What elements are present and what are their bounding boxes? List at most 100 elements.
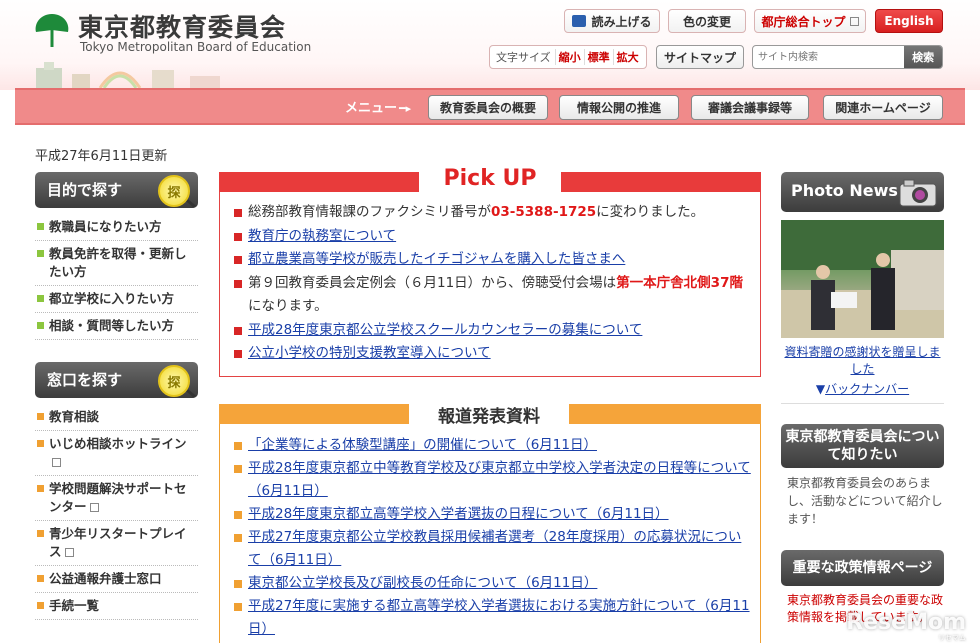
- press-bar-left: [219, 404, 411, 424]
- speaker-icon: [572, 15, 587, 27]
- skyline-illustration-icon: [36, 62, 220, 88]
- list-item[interactable]: 手続一覧: [35, 593, 198, 620]
- press-header: 報道発表資料: [219, 402, 761, 427]
- photo-caption-link[interactable]: 資料寄贈の感謝状を贈呈しました: [781, 344, 944, 378]
- press-release-section: 報道発表資料 「企業等による体験型講座」の開催について（6月11日） 平成28年…: [219, 402, 761, 643]
- list-item[interactable]: 都立学校に入りたい方: [35, 286, 198, 313]
- list-item[interactable]: 相談・質問等したい方: [35, 313, 198, 340]
- site-search: 検索: [752, 45, 943, 69]
- pickup-text: 総務部教育情報課のファクシミリ番号が: [248, 204, 491, 220]
- press-link[interactable]: 平成27年度東京都公立学校教員採用候補者選考（28年度採用）の応募状況について（…: [248, 529, 741, 568]
- ginkgo-logo-icon: [35, 14, 69, 47]
- list-item-label: 学校問題解決サポートセンター: [49, 481, 187, 514]
- arrow-right-icon: ━▸: [399, 102, 412, 115]
- list-item-label: 教育相談: [49, 409, 100, 424]
- pickup-text: 第９回教育委員会定例会（６月11日）から、傍聴受付会場は: [248, 274, 617, 291]
- list-item: 東京都公立学校長及び副校長の任命について（6月11日）: [232, 572, 752, 595]
- menu-item-disclosure[interactable]: 情報公開の推進: [559, 95, 679, 120]
- press-link[interactable]: 平成28年度東京都立中等教育学校及び東京都立中学校入学者決定の日程等について（6…: [248, 460, 751, 499]
- window-search-title: 窓口を探す: [47, 371, 123, 389]
- font-standard-button[interactable]: 標準: [583, 49, 613, 65]
- pickup-link[interactable]: 公立小学校の特別支援教室導入について: [248, 345, 491, 361]
- about-board-button[interactable]: 東京都教育委員会について知りたい: [781, 424, 944, 468]
- search-button[interactable]: 検索: [904, 46, 942, 68]
- list-item[interactable]: 教員免許を取得・更新したい方: [35, 241, 198, 286]
- tocho-top-button[interactable]: 都庁総合トップ: [754, 9, 866, 33]
- pickup-section: Pick UP 総務部教育情報課のファクシミリ番号が03-5388-1725に変…: [219, 166, 761, 377]
- list-item: 平成28年度東京都立高等学校入学者選抜の日程について（6月11日）: [232, 503, 752, 526]
- external-link-icon: [52, 458, 61, 467]
- press-title: 報道発表資料: [409, 402, 569, 427]
- english-button[interactable]: English: [875, 9, 943, 33]
- list-item[interactable]: いじめ相談ホットライン: [35, 431, 198, 476]
- external-link-icon: [64, 548, 74, 557]
- list-item[interactable]: 公益通報弁護士窓口: [35, 566, 198, 593]
- list-item: 第９回教育委員会定例会（６月11日）から、傍聴受付会場は第一本庁舎北側37階にな…: [232, 272, 752, 319]
- purpose-search-title: 目的で探す: [47, 181, 123, 199]
- external-link-icon: [849, 16, 859, 26]
- backnumber-link[interactable]: ▼バックナンバー: [781, 380, 944, 397]
- resemom-watermark: ReseMom リセマム: [846, 610, 966, 642]
- font-large-button[interactable]: 拡大: [612, 49, 642, 65]
- venue-location: 第一本庁舎北側37階: [616, 274, 743, 291]
- tocho-top-label: 都庁総合トップ: [761, 14, 846, 29]
- press-link[interactable]: 平成27年度に実施する都立高等学校入学者選抜における実施方針について（6月11日…: [248, 598, 750, 637]
- read-aloud-label: 読み上げる: [591, 14, 652, 29]
- left-sidebar: 目的で探す 探 教職員になりたい方 教員免許を取得・更新したい方 都立学校に入り…: [35, 172, 198, 620]
- pickup-link[interactable]: 教育庁の執務室について: [248, 228, 396, 244]
- list-item: 公立小学校の特別支援教室導入について: [232, 342, 752, 366]
- divider: [781, 403, 944, 404]
- logo-japanese: 東京都教育委員会: [78, 13, 287, 42]
- list-item: 平成27年度東京都公立学校教員採用候補者選考（28年度採用）の応募状況について（…: [232, 526, 752, 572]
- list-item: 平成28年度東京都公立学校スクールカウンセラーの募集について: [232, 319, 752, 343]
- menu-item-related-links[interactable]: 関連ホームページ: [823, 95, 943, 120]
- magnifier-handle-icon: [186, 389, 196, 398]
- pickup-bar-right: [561, 172, 761, 192]
- list-item[interactable]: 教職員になりたい方: [35, 214, 198, 241]
- magnifier-handle-icon: [186, 199, 196, 208]
- about-board-description: 東京都教育委員会のあらまし、活動などについて紹介します！: [787, 476, 943, 526]
- magnifier-search-icon: 探: [158, 365, 190, 397]
- policy-info-button[interactable]: 重要な政策情報ページ: [781, 550, 944, 586]
- photo-news-title: Photo News: [791, 181, 898, 200]
- list-item[interactable]: 学校問題解決サポートセンター: [35, 476, 198, 521]
- press-list: 「企業等による体験型講座」の開催について（6月11日） 平成28年度東京都立中等…: [232, 434, 752, 641]
- color-change-button[interactable]: 色の変更: [668, 9, 746, 33]
- list-item-label: 公益通報弁護士窓口: [49, 571, 162, 586]
- camera-icon: [899, 179, 937, 207]
- list-item[interactable]: 青少年リスタートプレイス: [35, 521, 198, 566]
- press-bar-right: [569, 404, 761, 424]
- menu-item-minutes[interactable]: 審議会議事録等: [691, 95, 809, 120]
- font-small-button[interactable]: 縮小: [554, 49, 584, 65]
- press-link[interactable]: 東京都公立学校長及び副校長の任命について（6月11日）: [248, 575, 597, 591]
- press-link[interactable]: 平成28年度東京都立高等学校入学者選抜の日程について（6月11日）: [248, 506, 669, 522]
- pickup-header: Pick UP: [219, 166, 761, 192]
- logo-english: Tokyo Metropolitan Board of Education: [80, 40, 312, 54]
- read-aloud-button[interactable]: 読み上げる: [564, 9, 660, 33]
- list-item: 「企業等による体験型講座」の開催について（6月11日）: [232, 434, 752, 457]
- pickup-text: になります。: [248, 298, 328, 314]
- window-search-heading: 窓口を探す 探: [35, 362, 198, 398]
- list-item-label: いじめ相談ホットライン: [49, 436, 187, 451]
- font-size-label: 文字サイズ: [496, 51, 551, 64]
- press-link[interactable]: 「企業等による体験型講座」の開催について（6月11日）: [248, 437, 597, 453]
- external-link-icon: [89, 503, 99, 512]
- photo-news-image[interactable]: [781, 220, 944, 338]
- pickup-link[interactable]: 都立農業高等学校が販売したイチゴジャムを購入した皆さまへ: [248, 251, 625, 267]
- pickup-list: 総務部教育情報課のファクシミリ番号が03-5388-1725に変わりました。 教…: [232, 201, 752, 366]
- search-input[interactable]: [753, 46, 905, 68]
- magnifier-search-icon: 探: [158, 175, 190, 207]
- pickup-bar-left: [219, 172, 419, 192]
- photo-people-icon: [781, 220, 944, 338]
- menu-item-overview[interactable]: 教育委員会の概要: [428, 95, 548, 120]
- watermark-text: ReseMom: [846, 610, 966, 635]
- pickup-link[interactable]: 平成28年度東京都公立学校スクールカウンセラーの募集について: [248, 322, 642, 338]
- right-sidebar: Photo News 資料寄贈の感謝状を贈呈しました ▼バックナンバー 東京都教…: [781, 172, 944, 626]
- list-item[interactable]: 教育相談: [35, 404, 198, 431]
- font-size-control: 文字サイズ 縮小 標準 拡大: [489, 45, 647, 69]
- main-menu-bar: メニュー ━▸ 教育委員会の概要 情報公開の推進 審議会議事録等 関連ホームページ: [15, 88, 965, 125]
- sitemap-button[interactable]: サイトマップ: [656, 45, 744, 69]
- photo-news-heading[interactable]: Photo News: [781, 172, 944, 212]
- pickup-text: に変わりました。: [596, 204, 705, 220]
- pickup-title: Pick UP: [419, 166, 561, 191]
